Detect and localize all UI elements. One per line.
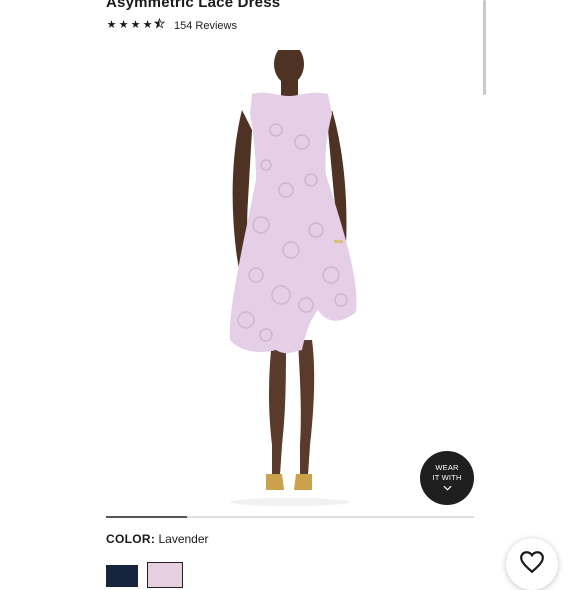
scrollbar-thumb[interactable] [483,0,486,95]
product-image[interactable] [106,44,474,510]
color-selection: COLOR: Lavender [106,532,209,546]
star-rating: ★ ★ ★ ★ [106,18,166,33]
color-value: Lavender [158,532,209,546]
star-icon: ★ [106,19,117,31]
product-title: Asymmetric Lace Dress [106,0,281,11]
star-icon: ★ [118,19,129,31]
star-half-icon [153,18,166,33]
star-icon: ★ [142,19,153,31]
color-swatches [106,562,183,588]
wear-it-with-label: WEAR [435,462,459,472]
swatch-lavender[interactable] [147,562,183,588]
chevron-down-icon [442,484,452,494]
gallery-progress-fill [106,516,187,518]
heart-outline-icon [519,550,545,579]
wear-it-with-button[interactable]: WEAR IT WITH [420,451,474,505]
reviews-link[interactable]: 154 Reviews [174,20,237,32]
wear-it-with-label-2: IT WITH [432,472,462,482]
favorite-button[interactable] [506,538,558,590]
gallery-progress [106,516,474,518]
color-label: COLOR: [106,532,156,546]
swatch-navy[interactable] [106,565,138,587]
rating-row[interactable]: ★ ★ ★ ★ 154 Reviews [106,18,237,33]
star-icon: ★ [130,19,141,31]
